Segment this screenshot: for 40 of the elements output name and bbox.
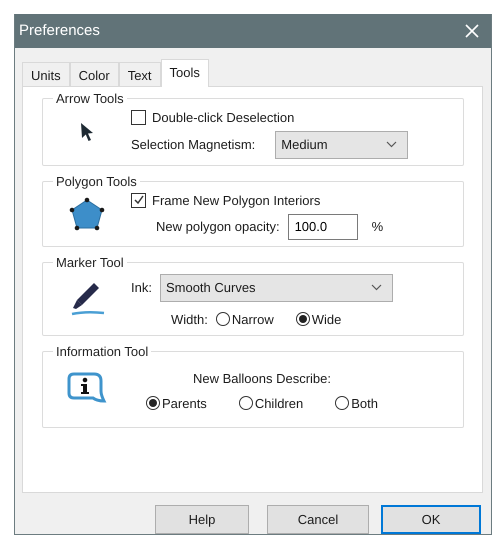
group-title: Marker Tool	[55, 254, 125, 270]
radio-label[interactable]: Children	[254, 396, 304, 411]
radio-button[interactable]	[146, 396, 160, 410]
radio-label[interactable]: Narrow	[232, 312, 274, 327]
dialog-button[interactable]: Help	[155, 505, 249, 534]
dialog-button[interactable]: Cancel	[267, 505, 369, 534]
tab[interactable]: Tools	[160, 58, 209, 87]
dialog-button[interactable]: OK	[381, 505, 481, 534]
radio-label[interactable]: Wide	[312, 312, 342, 327]
checkbox[interactable]	[131, 192, 146, 208]
radio-group-label: Width:	[171, 312, 208, 327]
radio-button[interactable]	[335, 396, 350, 410]
radio-group-label: New Balloons Describe:	[192, 370, 331, 386]
field-label: Ink:	[131, 280, 152, 296]
chevron-down-icon	[370, 284, 382, 292]
radio-label[interactable]: Both	[351, 396, 378, 411]
dropdown[interactable]: Smooth Curves	[160, 274, 393, 302]
pentagon-icon	[69, 197, 105, 232]
close-icon[interactable]	[465, 24, 479, 38]
checkbox[interactable]	[131, 110, 146, 125]
radio-button[interactable]	[238, 396, 253, 410]
unit-label: %	[372, 219, 384, 234]
field-label: New polygon opacity:	[156, 219, 280, 234]
group-title: Information Tool	[55, 344, 150, 359]
pointer-icon	[79, 122, 95, 142]
tab[interactable]: Text	[118, 62, 161, 86]
chevron-down-icon	[386, 141, 398, 148]
group-title: Arrow Tools	[55, 90, 125, 106]
radio-button[interactable]	[216, 312, 230, 326]
dropdown[interactable]: Medium	[275, 130, 408, 159]
checkbox-label[interactable]: Double-click Deselection	[152, 110, 294, 125]
field-label: Selection Magnetism:	[131, 137, 256, 152]
checkbox-label[interactable]: Frame New Polygon Interiors	[152, 192, 320, 208]
tab[interactable]: Units	[22, 62, 70, 86]
radio-label[interactable]: Parents	[162, 396, 207, 411]
window-title: Preferences	[19, 22, 100, 40]
radio-button[interactable]	[296, 312, 310, 326]
group-title: Polygon Tools	[55, 174, 138, 189]
tab[interactable]: Color	[70, 62, 119, 86]
input-field[interactable]: 100.0	[288, 214, 358, 240]
